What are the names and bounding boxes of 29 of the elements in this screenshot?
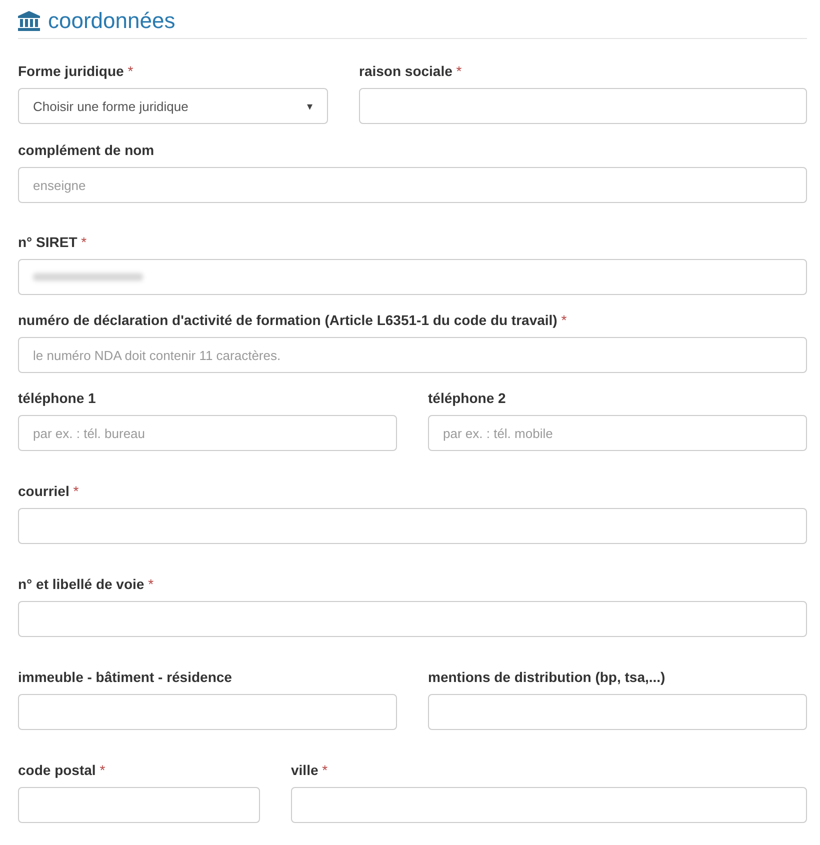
input-field[interactable]	[18, 694, 397, 730]
section-title: coordonnées	[48, 8, 176, 34]
field-label: n° et libellé de voie *	[18, 576, 155, 593]
input-field[interactable]	[428, 694, 807, 730]
input-field[interactable]	[291, 787, 807, 823]
field-label: raison sociale *	[359, 63, 463, 80]
field-label: immeuble - bâtiment - résidence	[18, 669, 233, 686]
input-field[interactable]	[18, 601, 807, 637]
field-label: code postal *	[18, 762, 106, 779]
select-field[interactable]: Choisir une forme juridique ▾	[18, 88, 328, 124]
input-field[interactable]	[18, 508, 807, 544]
caret-icon: ▾	[307, 100, 313, 112]
field-label: téléphone 2	[428, 390, 507, 407]
field-label: téléphone 1	[18, 390, 97, 407]
field-label: complément de nom	[18, 142, 156, 159]
bank-icon	[18, 11, 40, 31]
input-field[interactable]	[359, 88, 807, 124]
input-field[interactable]: par ex. : tél. mobile	[428, 415, 807, 451]
field-label: ville *	[291, 762, 329, 779]
field-label: n° SIRET *	[18, 234, 88, 251]
field-label: Forme juridique *	[18, 63, 134, 80]
input-field[interactable]	[18, 259, 807, 295]
field-label: courriel *	[18, 483, 80, 500]
input-field[interactable]: par ex. : tél. bureau	[18, 415, 397, 451]
input-field[interactable]: enseigne	[18, 167, 807, 203]
input-field[interactable]	[18, 787, 260, 823]
field-label: numéro de déclaration d'activité de formation (Article L6351-1 du code du travail) *	[18, 312, 568, 329]
field-label: mentions de distribution (bp, tsa,...)	[428, 669, 666, 686]
input-field[interactable]: le numéro NDA doit contenir 11 caractères.	[18, 337, 807, 373]
